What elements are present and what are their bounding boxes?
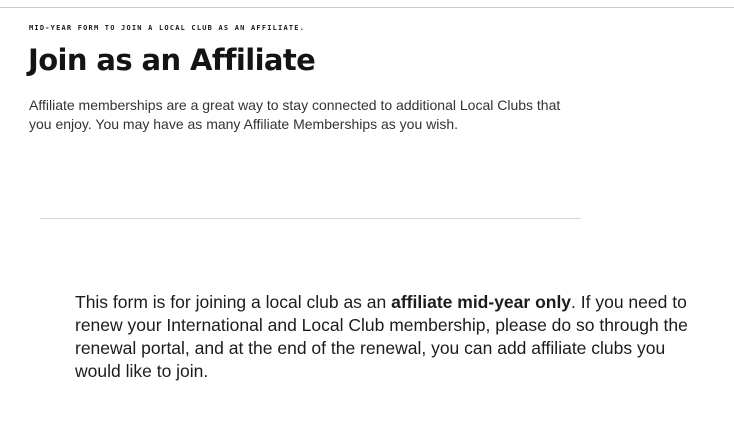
- section-divider: [40, 218, 581, 219]
- notice-paragraph: This form is for joining a local club as…: [75, 291, 715, 383]
- page-title: Join as an Affiliate: [28, 43, 316, 77]
- notice-emphasis: affiliate mid-year only: [391, 292, 572, 312]
- form-eyebrow-label: MID-YEAR FORM TO JOIN A LOCAL CLUB AS AN…: [29, 24, 306, 32]
- notice-text-before: This form is for joining a local club as…: [75, 292, 392, 312]
- intro-paragraph: Affiliate memberships are a great way to…: [29, 97, 561, 132]
- top-divider: [0, 7, 734, 8]
